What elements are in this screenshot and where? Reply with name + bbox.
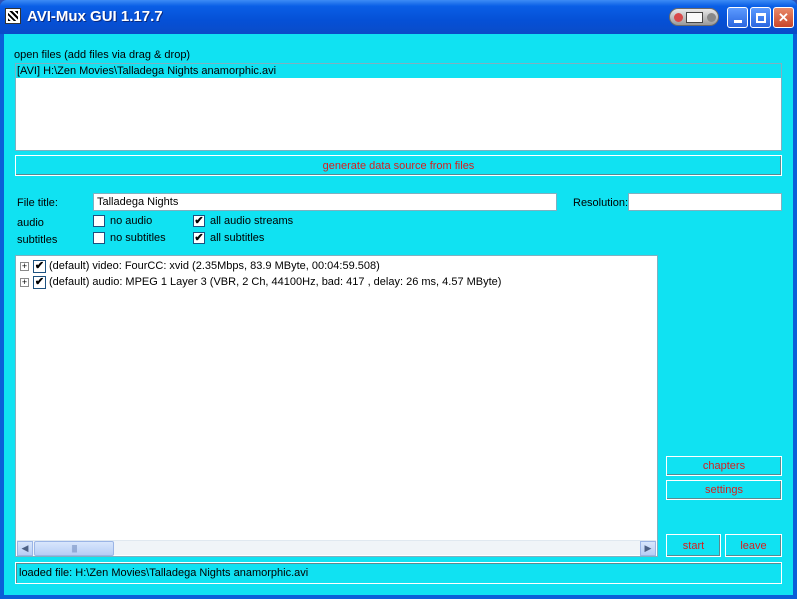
- open-files-heading: open files (add files via drag & drop): [14, 49, 191, 61]
- stream-row-audio[interactable]: + ✔ (default) audio: MPEG 1 Layer 3 (VBR, …: [20, 275, 501, 290]
- maximize-icon: [755, 12, 766, 23]
- maximize-button[interactable]: [750, 7, 771, 28]
- scroll-right-icon[interactable]: ▶: [640, 541, 656, 556]
- open-files-list[interactable]: [AVI] H:\Zen Movies\Talladega Nights ana…: [15, 63, 782, 151]
- horizontal-scrollbar[interactable]: ◀ ||||| ▶: [17, 540, 656, 556]
- all-audio-streams-checkbox[interactable]: ✔: [193, 215, 205, 227]
- scrollbar-thumb[interactable]: |||||: [34, 541, 114, 556]
- settings-button[interactable]: settings: [666, 480, 782, 500]
- file-list-item[interactable]: [AVI] H:\Zen Movies\Talladega Nights ana…: [16, 64, 781, 78]
- stream-checkbox[interactable]: ✔: [33, 259, 46, 273]
- no-subtitles-checkbox[interactable]: [93, 232, 105, 244]
- main-panel: open files (add files via drag & drop) […: [4, 34, 793, 595]
- window-title: AVI-Mux GUI 1.17.7: [27, 8, 163, 25]
- no-audio-checkbox[interactable]: [93, 215, 105, 227]
- audio-label: audio: [17, 217, 44, 229]
- streams-tree[interactable]: + ✔ (default) video: FourCC: xvid (2.35Mbp…: [15, 255, 658, 557]
- all-subtitles-label: all subtitles: [210, 232, 265, 244]
- resolution-label: Resolution:: [573, 197, 629, 209]
- leave-button[interactable]: leave: [725, 534, 782, 557]
- no-audio-label: no audio: [110, 215, 153, 227]
- minimize-button[interactable]: [727, 7, 748, 28]
- close-icon: ✕: [778, 9, 789, 25]
- no-subtitles-label: no subtitles: [110, 232, 166, 244]
- tray-widget-icon[interactable]: [669, 8, 719, 26]
- status-bar: loaded file: H:\Zen Movies\Talladega Nig…: [15, 562, 782, 584]
- chapters-button[interactable]: chapters: [666, 456, 782, 476]
- start-button[interactable]: start: [666, 534, 721, 557]
- stream-text: (default) audio: MPEG 1 Layer 3 (VBR, 2 …: [49, 276, 502, 288]
- app-icon[interactable]: [5, 8, 21, 24]
- close-button[interactable]: ✕: [773, 7, 794, 28]
- app-window: AVI-Mux GUI 1.17.7 ✕ open files (add fil…: [0, 0, 797, 599]
- stream-row-video[interactable]: + ✔ (default) video: FourCC: xvid (2.35Mbp…: [20, 259, 380, 274]
- resolution-input[interactable]: [628, 193, 782, 211]
- stream-checkbox[interactable]: ✔: [33, 275, 46, 289]
- subtitles-label: subtitles: [17, 234, 58, 246]
- stream-text: (default) video: FourCC: xvid (2.35Mbps,…: [49, 260, 380, 272]
- expand-icon[interactable]: +: [20, 261, 29, 271]
- file-title-label: File title:: [17, 197, 58, 209]
- file-title-input[interactable]: Talladega Nights: [93, 193, 557, 211]
- all-audio-streams-label: all audio streams: [210, 215, 294, 227]
- all-subtitles-checkbox[interactable]: ✔: [193, 232, 205, 244]
- title-bar[interactable]: AVI-Mux GUI 1.17.7 ✕: [0, 0, 797, 34]
- generate-data-source-button[interactable]: generate data source from files: [15, 155, 782, 176]
- expand-icon[interactable]: +: [20, 277, 29, 287]
- scroll-left-icon[interactable]: ◀: [17, 541, 33, 556]
- minimize-icon: [733, 20, 742, 23]
